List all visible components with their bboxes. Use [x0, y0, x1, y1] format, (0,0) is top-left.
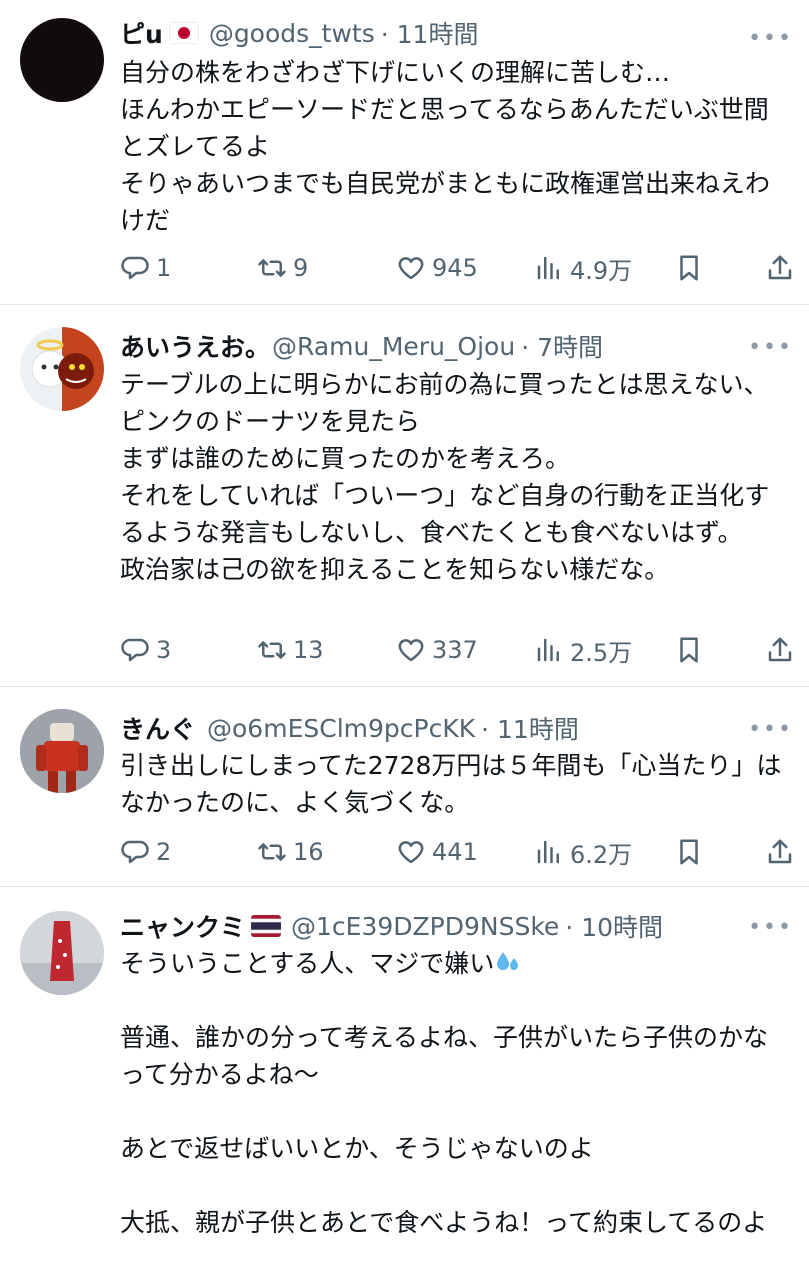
- like-count: 337: [432, 636, 478, 664]
- reply-count: 3: [156, 636, 172, 664]
- views-count: 4.9万: [570, 256, 633, 285]
- user-handle[interactable]: @Ramu_Meru_Ojou: [272, 332, 515, 361]
- action-bar: 1 9 945 4.9万: [120, 248, 792, 288]
- reply-icon: [121, 638, 149, 662]
- like-icon: [398, 841, 424, 864]
- views-button[interactable]: 4.9万: [534, 251, 632, 286]
- share-icon: [768, 839, 792, 864]
- tweet-text-line: そういうことする人、マジで嫌い: [120, 949, 495, 978]
- timestamp[interactable]: · 10時間: [565, 908, 663, 944]
- timestamp[interactable]: · 11時間: [381, 15, 479, 51]
- tweet-header: あいうえお。 @Ramu_Meru_Ojou · 7時間: [120, 329, 789, 363]
- bookmark-button[interactable]: [674, 635, 704, 665]
- share-button[interactable]: [765, 837, 795, 867]
- share-button[interactable]: [765, 253, 795, 283]
- like-button[interactable]: 945: [396, 253, 478, 283]
- views-icon: [537, 256, 559, 280]
- reply-button[interactable]: 3: [120, 635, 171, 665]
- display-name[interactable]: きんぐ: [120, 710, 195, 746]
- tweet[interactable]: ピu @goods_twts · 11時間 ••• 自分の株をわざわざ下げにいく…: [0, 0, 809, 305]
- like-icon: [398, 257, 424, 280]
- bookmark-icon: [680, 839, 698, 865]
- views-count: 2.5万: [570, 638, 633, 667]
- tweet-header: きんぐ @o6mESClm9pcPcKK · 11時間: [120, 711, 789, 745]
- views-count: 6.2万: [570, 840, 633, 869]
- share-icon: [768, 255, 792, 280]
- retweet-count: 16: [293, 838, 324, 866]
- display-name[interactable]: ピu: [120, 15, 163, 51]
- avatar[interactable]: [20, 709, 104, 793]
- retweet-count: 13: [293, 636, 324, 664]
- reply-icon: [121, 256, 149, 280]
- share-button[interactable]: [765, 635, 795, 665]
- retweet-button[interactable]: 9: [257, 253, 308, 283]
- retweet-button[interactable]: 13: [257, 635, 324, 665]
- avatar-illustration: [20, 911, 104, 995]
- reply-count: 1: [156, 254, 172, 282]
- timestamp[interactable]: · 7時間: [521, 328, 603, 364]
- reply-icon: [121, 840, 149, 864]
- more-icon[interactable]: •••: [748, 915, 793, 940]
- tweet[interactable]: あいうえお。 @Ramu_Meru_Ojou · 7時間 ••• テーブルの上に…: [0, 305, 809, 687]
- tweet-header: ピu @goods_twts · 11時間: [120, 16, 789, 50]
- display-name[interactable]: あいうえお。: [120, 328, 270, 364]
- like-count: 945: [432, 254, 478, 282]
- views-icon: [537, 840, 559, 864]
- tweet-header: ニャンクミ @1cE39DZPD9NSSke · 10時間: [120, 909, 789, 943]
- bookmark-button[interactable]: [674, 837, 704, 867]
- like-button[interactable]: 441: [396, 837, 478, 867]
- reply-count: 2: [156, 838, 172, 866]
- views-icon: [537, 638, 559, 662]
- japan-flag-icon: [168, 22, 199, 44]
- tweet-text: 自分の株をわざわざ下げにいくの理解に苦しむ… ほんわかエピーソードだと思ってるな…: [120, 58, 771, 235]
- like-icon: [398, 639, 424, 662]
- thailand-flag-icon: [251, 915, 282, 937]
- user-handle[interactable]: @goods_twts: [209, 19, 375, 48]
- avatar-illustration: [31, 339, 94, 389]
- tweet-text: 引き出しにしまってた2728万円は５年間も「心当たり」はなかったのに、よく気づく…: [120, 751, 782, 817]
- tweet[interactable]: きんぐ @o6mESClm9pcPcKK · 11時間 ••• 引き出しにしまっ…: [0, 687, 809, 887]
- retweet-icon: [258, 259, 286, 277]
- retweet-button[interactable]: 16: [257, 837, 324, 867]
- bookmark-icon: [680, 637, 698, 663]
- user-handle[interactable]: @o6mESClm9pcPcKK: [207, 714, 475, 743]
- more-icon[interactable]: •••: [748, 335, 793, 360]
- views-button[interactable]: 2.5万: [534, 633, 632, 668]
- sweat-drops-icon: [497, 952, 519, 970]
- tweet-text: そういうことする人、マジで嫌い 普通、誰かの分って考えるよね、子供がいたら子供の…: [120, 945, 787, 1241]
- avatar[interactable]: [20, 911, 104, 995]
- reply-button[interactable]: 1: [120, 253, 171, 283]
- display-name[interactable]: ニャンクミ: [120, 908, 245, 944]
- retweet-icon: [258, 641, 286, 659]
- reply-button[interactable]: 2: [120, 837, 171, 867]
- retweet-count: 9: [293, 254, 309, 282]
- tweet-text: テーブルの上に明らかにお前の為に買ったとは思えない、ピンクのドーナツを見たら ま…: [120, 370, 770, 584]
- views-button[interactable]: 6.2万: [534, 835, 632, 870]
- timestamp[interactable]: · 11時間: [481, 710, 579, 746]
- like-button[interactable]: 337: [396, 635, 478, 665]
- bookmark-button[interactable]: [674, 253, 704, 283]
- tweet[interactable]: ニャンクミ @1cE39DZPD9NSSke · 10時間 ••• そういうこと…: [0, 887, 809, 1280]
- share-icon: [768, 637, 792, 662]
- user-handle[interactable]: @1cE39DZPD9NSSke: [291, 912, 559, 941]
- avatar-illustration: [20, 709, 104, 793]
- tweet-text-paragraph: 普通、誰かの分って考えるよね、子供がいたら子供のかなって分かるよね〜 あとで返せ…: [120, 1023, 769, 1237]
- avatar[interactable]: [20, 327, 104, 411]
- bookmark-icon: [680, 255, 698, 281]
- avatar[interactable]: [20, 18, 104, 102]
- more-icon[interactable]: •••: [748, 717, 793, 742]
- action-bar: 3 13 337 2.5万: [120, 630, 792, 670]
- like-count: 441: [432, 838, 478, 866]
- action-bar: 2 16 441 6.2万: [120, 832, 792, 872]
- more-icon[interactable]: •••: [748, 26, 793, 51]
- retweet-icon: [258, 843, 286, 861]
